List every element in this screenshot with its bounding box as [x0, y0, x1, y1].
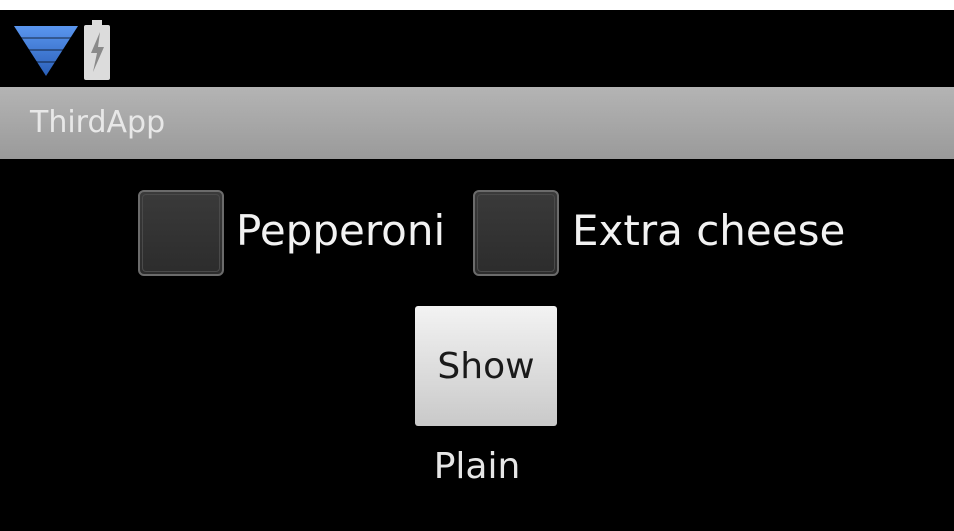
show-button[interactable]: Show [415, 306, 557, 426]
app-screen: ThirdApp Pepperoni Extra cheese Show Pla… [0, 10, 954, 531]
result-text: Plain [433, 446, 521, 487]
app-title: ThirdApp [30, 105, 166, 140]
signal-icon [14, 26, 78, 76]
extra-cheese-checkbox[interactable] [473, 190, 559, 276]
app-title-bar: ThirdApp [0, 87, 954, 159]
status-bar [0, 10, 954, 86]
extra-cheese-label[interactable]: Extra cheese [572, 206, 845, 255]
pepperoni-checkbox[interactable] [138, 190, 224, 276]
battery-charging-icon [84, 20, 110, 80]
pepperoni-label[interactable]: Pepperoni [236, 206, 445, 255]
